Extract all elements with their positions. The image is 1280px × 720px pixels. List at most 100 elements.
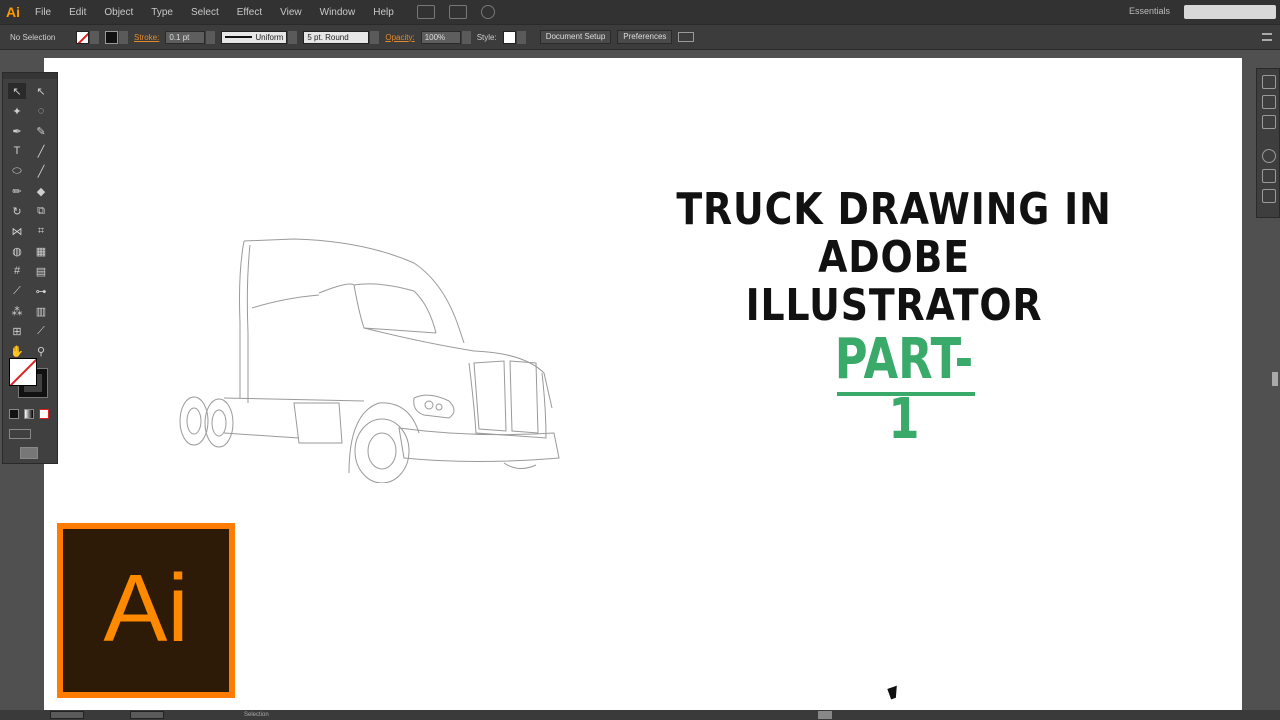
panel-menu-icon[interactable] xyxy=(1262,33,1272,41)
variable-width-profile[interactable]: Uniform xyxy=(221,30,288,44)
symbols-panel-icon[interactable] xyxy=(1262,149,1276,163)
search-input[interactable] xyxy=(1184,5,1276,19)
swatches-panel-icon[interactable] xyxy=(1262,95,1276,109)
title-line-1: TRUCK DRAWING IN xyxy=(676,184,1112,235)
magic-wand-tool-icon[interactable]: ✦ xyxy=(8,103,26,119)
rear-wheel-2-hub xyxy=(211,409,227,437)
arrange-icon[interactable] xyxy=(678,32,695,42)
paintbrush-tool-icon[interactable]: ╱ xyxy=(32,163,50,179)
artboard-navigation-field[interactable] xyxy=(130,711,164,719)
pen-tool-icon[interactable]: ✒ xyxy=(8,123,26,139)
opacity-label[interactable]: Opacity: xyxy=(385,33,414,42)
appearance-panel-icon[interactable] xyxy=(1262,189,1276,203)
tools-panel-grip[interactable] xyxy=(3,73,57,79)
symbol-sprayer-tool-icon[interactable]: ⁂ xyxy=(8,303,26,319)
fill-color-box[interactable] xyxy=(9,358,37,386)
menu-edit[interactable]: Edit xyxy=(60,7,95,18)
eraser-tool-icon[interactable]: ◆ xyxy=(32,183,50,199)
fill-dropdown[interactable] xyxy=(90,30,99,44)
grille-outline xyxy=(468,362,547,439)
brushes-panel-icon[interactable] xyxy=(1262,115,1276,129)
draw-mode-icon[interactable] xyxy=(9,429,31,439)
stroke-label[interactable]: Stroke: xyxy=(134,33,159,42)
type-tool-icon[interactable]: T xyxy=(8,143,26,159)
gradient-tool-icon[interactable]: ▤ xyxy=(32,263,50,279)
preferences-button[interactable]: Preferences xyxy=(617,30,673,44)
stroke-weight-dropdown[interactable] xyxy=(206,30,216,44)
width-tool-icon[interactable]: ⋈ xyxy=(8,223,26,239)
hood-line xyxy=(363,327,553,409)
free-transform-tool-icon[interactable]: ⌗ xyxy=(32,223,50,239)
rear-wheel-2 xyxy=(204,398,234,448)
eyedropper-tool-icon[interactable]: ⟋ xyxy=(8,283,26,299)
stroke-dropdown[interactable] xyxy=(119,30,128,44)
chassis-top xyxy=(223,397,365,402)
color-panel-icon[interactable] xyxy=(1262,75,1276,89)
status-bar: Selection xyxy=(0,710,1280,720)
none-mode-icon[interactable] xyxy=(39,409,49,419)
stroke-weight-field[interactable]: 0.1 pt xyxy=(165,30,206,44)
front-wheel-hub xyxy=(367,432,397,470)
perspective-grid-tool-icon[interactable]: ▦ xyxy=(32,243,50,259)
fuel-tank xyxy=(293,402,343,444)
zoom-level-field[interactable] xyxy=(50,711,84,719)
style-dropdown[interactable] xyxy=(516,30,526,44)
lasso-tool-icon[interactable]: ◌ xyxy=(32,103,50,119)
selection-status: No Selection xyxy=(10,32,56,42)
zoom-tool-icon[interactable]: ⚲ xyxy=(32,343,50,359)
artboard-tool-icon[interactable]: ⊞ xyxy=(8,323,26,339)
shape-builder-tool-icon[interactable]: ◍ xyxy=(8,243,26,259)
bridge-icon[interactable] xyxy=(416,5,435,19)
color-mode-icon[interactable] xyxy=(9,409,19,419)
menu-select[interactable]: Select xyxy=(182,7,228,18)
scale-tool-icon[interactable]: ⧉ xyxy=(32,203,50,219)
menu-view[interactable]: View xyxy=(271,7,311,18)
arrange-documents-icon[interactable] xyxy=(448,5,467,19)
rotate-tool-icon[interactable]: ↻ xyxy=(8,203,26,219)
part-underline xyxy=(837,392,975,396)
menu-effect[interactable]: Effect xyxy=(228,7,271,18)
horizontal-scrollbar-thumb[interactable] xyxy=(818,711,832,719)
brush-dropdown[interactable] xyxy=(370,30,380,44)
profile-dropdown[interactable] xyxy=(288,30,298,44)
style-label: Style: xyxy=(476,32,497,42)
pencil-tool-icon[interactable]: ✏ xyxy=(8,183,26,199)
curvature-tool-icon[interactable]: ✎ xyxy=(32,123,50,139)
column-graph-tool-icon[interactable]: ▥ xyxy=(32,303,50,319)
menu-window[interactable]: Window xyxy=(311,7,365,18)
hand-tool-icon[interactable]: ✋ xyxy=(8,343,26,359)
app-logo: Ai xyxy=(6,4,20,20)
menu-object[interactable]: Object xyxy=(95,7,142,18)
menu-file[interactable]: File xyxy=(26,7,60,18)
selection-tool-icon[interactable]: ↖ xyxy=(8,83,26,99)
mesh-tool-icon[interactable]: # xyxy=(8,263,26,279)
line-tool-icon[interactable]: ╱ xyxy=(32,143,50,159)
style-swatch[interactable] xyxy=(502,30,516,44)
cab-roof-line xyxy=(243,238,465,344)
front-skirt xyxy=(503,462,537,469)
stroke-swatch[interactable] xyxy=(105,30,118,44)
gradient-mode-icon[interactable] xyxy=(24,409,34,419)
part-label: PART-1 xyxy=(834,327,974,452)
title-line-2: ADOBE ILLUSTRATOR xyxy=(745,232,1043,331)
gpu-performance-icon[interactable] xyxy=(480,5,495,19)
windshield-top xyxy=(353,283,437,334)
menu-type[interactable]: Type xyxy=(142,7,182,18)
vertical-scrollbar-thumb[interactable] xyxy=(1272,372,1278,386)
opacity-dropdown[interactable] xyxy=(461,30,471,44)
opacity-field[interactable]: 100% xyxy=(420,30,461,44)
workspace-switcher[interactable]: Essentials xyxy=(1129,6,1170,16)
slice-tool-icon[interactable]: ⟋ xyxy=(32,323,50,339)
ellipse-tool-icon[interactable]: ⬭ xyxy=(8,163,26,179)
menu-help[interactable]: Help xyxy=(364,7,403,18)
profile-preview xyxy=(225,36,253,38)
document-setup-button[interactable]: Document Setup xyxy=(539,30,612,44)
brush-definition[interactable]: 5 pt. Round xyxy=(303,30,370,44)
blend-tool-icon[interactable]: ⊶ xyxy=(32,283,50,299)
headlight-lamp-2 xyxy=(435,403,443,411)
fill-swatch[interactable] xyxy=(76,30,89,44)
screen-mode-icon[interactable] xyxy=(20,447,38,459)
stroke-panel-icon[interactable] xyxy=(1262,169,1276,183)
direct-selection-tool-icon[interactable]: ↖ xyxy=(32,83,50,99)
illustrator-window: Ai File Edit Object Type Select Effect V… xyxy=(0,0,1280,720)
